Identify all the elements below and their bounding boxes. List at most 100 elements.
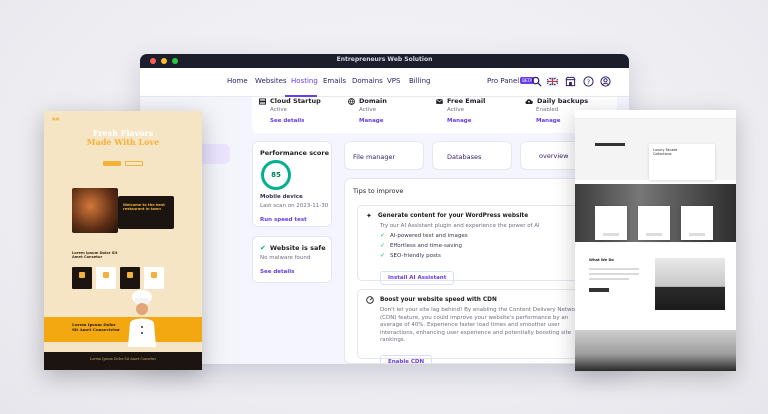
manage-email-link[interactable]: Manage (447, 118, 485, 124)
nav-vps[interactable]: VPS (387, 77, 400, 85)
databases-tile[interactable]: Databases (432, 141, 512, 170)
bullet-text: Effortless and time-saving (390, 242, 462, 249)
food-photo (72, 188, 118, 233)
nav-websites[interactable]: Websites (255, 77, 287, 85)
service-free-email: Free Email Active Manage (436, 97, 485, 124)
restaurant-logo: ▣▣ (52, 116, 60, 121)
feature-icon (151, 272, 157, 278)
restaurant-welcome-box: Welcome to the best restaurant in town (118, 196, 174, 229)
security-details-link[interactable]: See details (260, 269, 294, 275)
nav-home[interactable]: Home (227, 77, 248, 85)
restaurant-cta-button (103, 161, 121, 166)
restaurant-hero: ▣▣ Fresh Flavors Made With Love (44, 111, 202, 180)
tip-ai-bullet: ✓ Effortless and time-saving (380, 242, 595, 249)
read-more-button (589, 288, 609, 292)
service-status: Active (447, 107, 465, 113)
restaurant-welcome-text: Welcome to the best restaurant in town (123, 203, 165, 211)
service-status: Active (270, 107, 288, 113)
architecture-nav (575, 110, 736, 119)
architecture-hero: Luxury Facade Collections (575, 119, 736, 180)
tip-cdn: Boost your website speed with CDN Don't … (357, 289, 597, 364)
manage-domain-link[interactable]: Manage (359, 118, 387, 124)
services-strip: Cloud Startup Active See details Domain … (252, 97, 617, 133)
check-icon: ✓ (380, 252, 386, 259)
nav-domains[interactable]: Domains (352, 77, 383, 85)
performance-score-gauge: 85 (261, 160, 291, 190)
account-icon[interactable] (600, 76, 611, 87)
nav-billing[interactable]: Billing (409, 77, 430, 85)
tip-cdn-title: Boost your website speed with CDN (380, 297, 497, 303)
search-icon[interactable] (531, 76, 542, 87)
flag-uk-icon[interactable] (547, 76, 558, 87)
restaurant-footer: Lorem Ipsum Dolor Sit Amet Consetur (44, 352, 202, 370)
service-card (681, 206, 713, 240)
card-button (646, 233, 662, 236)
text-line (589, 273, 639, 275)
performance-score: 85 (271, 171, 281, 179)
restaurant-promo-text: Lorem Ipsum Dolor Sit Amet Consectetur (72, 322, 121, 332)
text-line (589, 278, 629, 280)
device-label: Mobile device (260, 194, 303, 200)
restaurant-footer-text: Lorem Ipsum Dolor Sit Amet Consetur (89, 357, 157, 361)
mail-icon (436, 98, 443, 104)
check-icon: ✓ (380, 242, 386, 249)
sparkle-icon: ✦ (366, 212, 372, 220)
tip-cdn-desc: Don't let your site lag behind! By enabl… (380, 307, 581, 344)
pro-panel-link[interactable]: Pro Panel BETA (487, 77, 535, 85)
main-content: Cloud Startup Active See details Domain … (240, 97, 629, 364)
databases-label: Databases (447, 153, 482, 161)
security-title: Website is safe (269, 244, 326, 252)
architecture-hero-panel: Luxury Facade Collections (649, 144, 715, 180)
service-name: Domain (359, 97, 387, 105)
restaurant-secondary-button (125, 161, 143, 166)
last-scan-text: Last scan on 2023-11-30 (260, 203, 329, 209)
restaurant-headline-accent: Made With Love (86, 137, 160, 147)
install-ai-assistant-button[interactable]: Install AI Assistant (380, 271, 455, 285)
restaurant-template-preview: ▣▣ Fresh Flavors Made With Love Welcome … (44, 111, 202, 370)
speed-gauge-icon (366, 296, 374, 304)
browser-window: Entrepreneurs Web Solution Home Websites… (140, 54, 629, 364)
service-card (638, 206, 670, 240)
enable-cdn-button[interactable]: Enable CDN (380, 355, 433, 364)
feature-icon (103, 272, 109, 278)
run-speed-test-link[interactable]: Run speed test (260, 217, 307, 223)
globe-icon (348, 97, 355, 105)
file-manager-label: File manager (353, 153, 396, 161)
feature-tile (144, 267, 164, 289)
store-icon[interactable] (565, 76, 576, 87)
tips-title: Tips to improve (353, 187, 404, 195)
check-icon: ✓ (380, 232, 386, 239)
help-icon[interactable]: ? (583, 76, 594, 87)
tip-ai-desc: Try our AI Assistant plugin and experien… (380, 223, 540, 229)
architecture-hero-text: Luxury Facade Collections (653, 148, 678, 156)
hosting-icon (259, 97, 266, 105)
tip-ai-bullet: ✓ SEO-friendly posts (380, 252, 595, 259)
service-domain: Domain Active Manage (348, 97, 387, 124)
architecture-template-preview: Luxury Facade Collections What We Do (575, 110, 736, 371)
tip-ai-content: ✦ Generate content for your WordPress we… (357, 205, 597, 285)
architecture-bottom-photo (575, 330, 736, 371)
window-title: Entrepreneurs Web Solution (336, 56, 433, 63)
card-button (689, 233, 705, 236)
service-name: Daily backups (537, 97, 589, 105)
performance-title: Performance score (260, 149, 329, 157)
feature-tile (120, 267, 140, 289)
nav-hosting[interactable]: Hosting (291, 77, 318, 85)
kitchen-photo (655, 258, 725, 310)
restaurant-lorem-heading: Lorem Ipsum Dolor Sit Amet Consetur (72, 251, 118, 259)
top-navigation: Home Websites Hosting Emails Domains VPS… (140, 68, 629, 97)
feature-icon (79, 272, 85, 278)
feature-tile (72, 267, 92, 289)
nav-emails[interactable]: Emails (323, 77, 346, 85)
chef-illustration (128, 290, 156, 347)
tip-ai-bullet: ✓ AI-powered text and images (380, 232, 595, 239)
overview-label: overview (539, 152, 569, 160)
service-name: Cloud Startup (270, 97, 321, 105)
service-status: Active (359, 107, 377, 113)
see-details-link[interactable]: See details (270, 118, 321, 124)
feature-tile (96, 267, 116, 289)
svg-text:?: ? (587, 78, 590, 86)
file-manager-tile[interactable]: File manager (344, 141, 424, 170)
service-name: Free Email (447, 97, 486, 105)
bullet-text: AI-powered text and images (390, 232, 468, 239)
